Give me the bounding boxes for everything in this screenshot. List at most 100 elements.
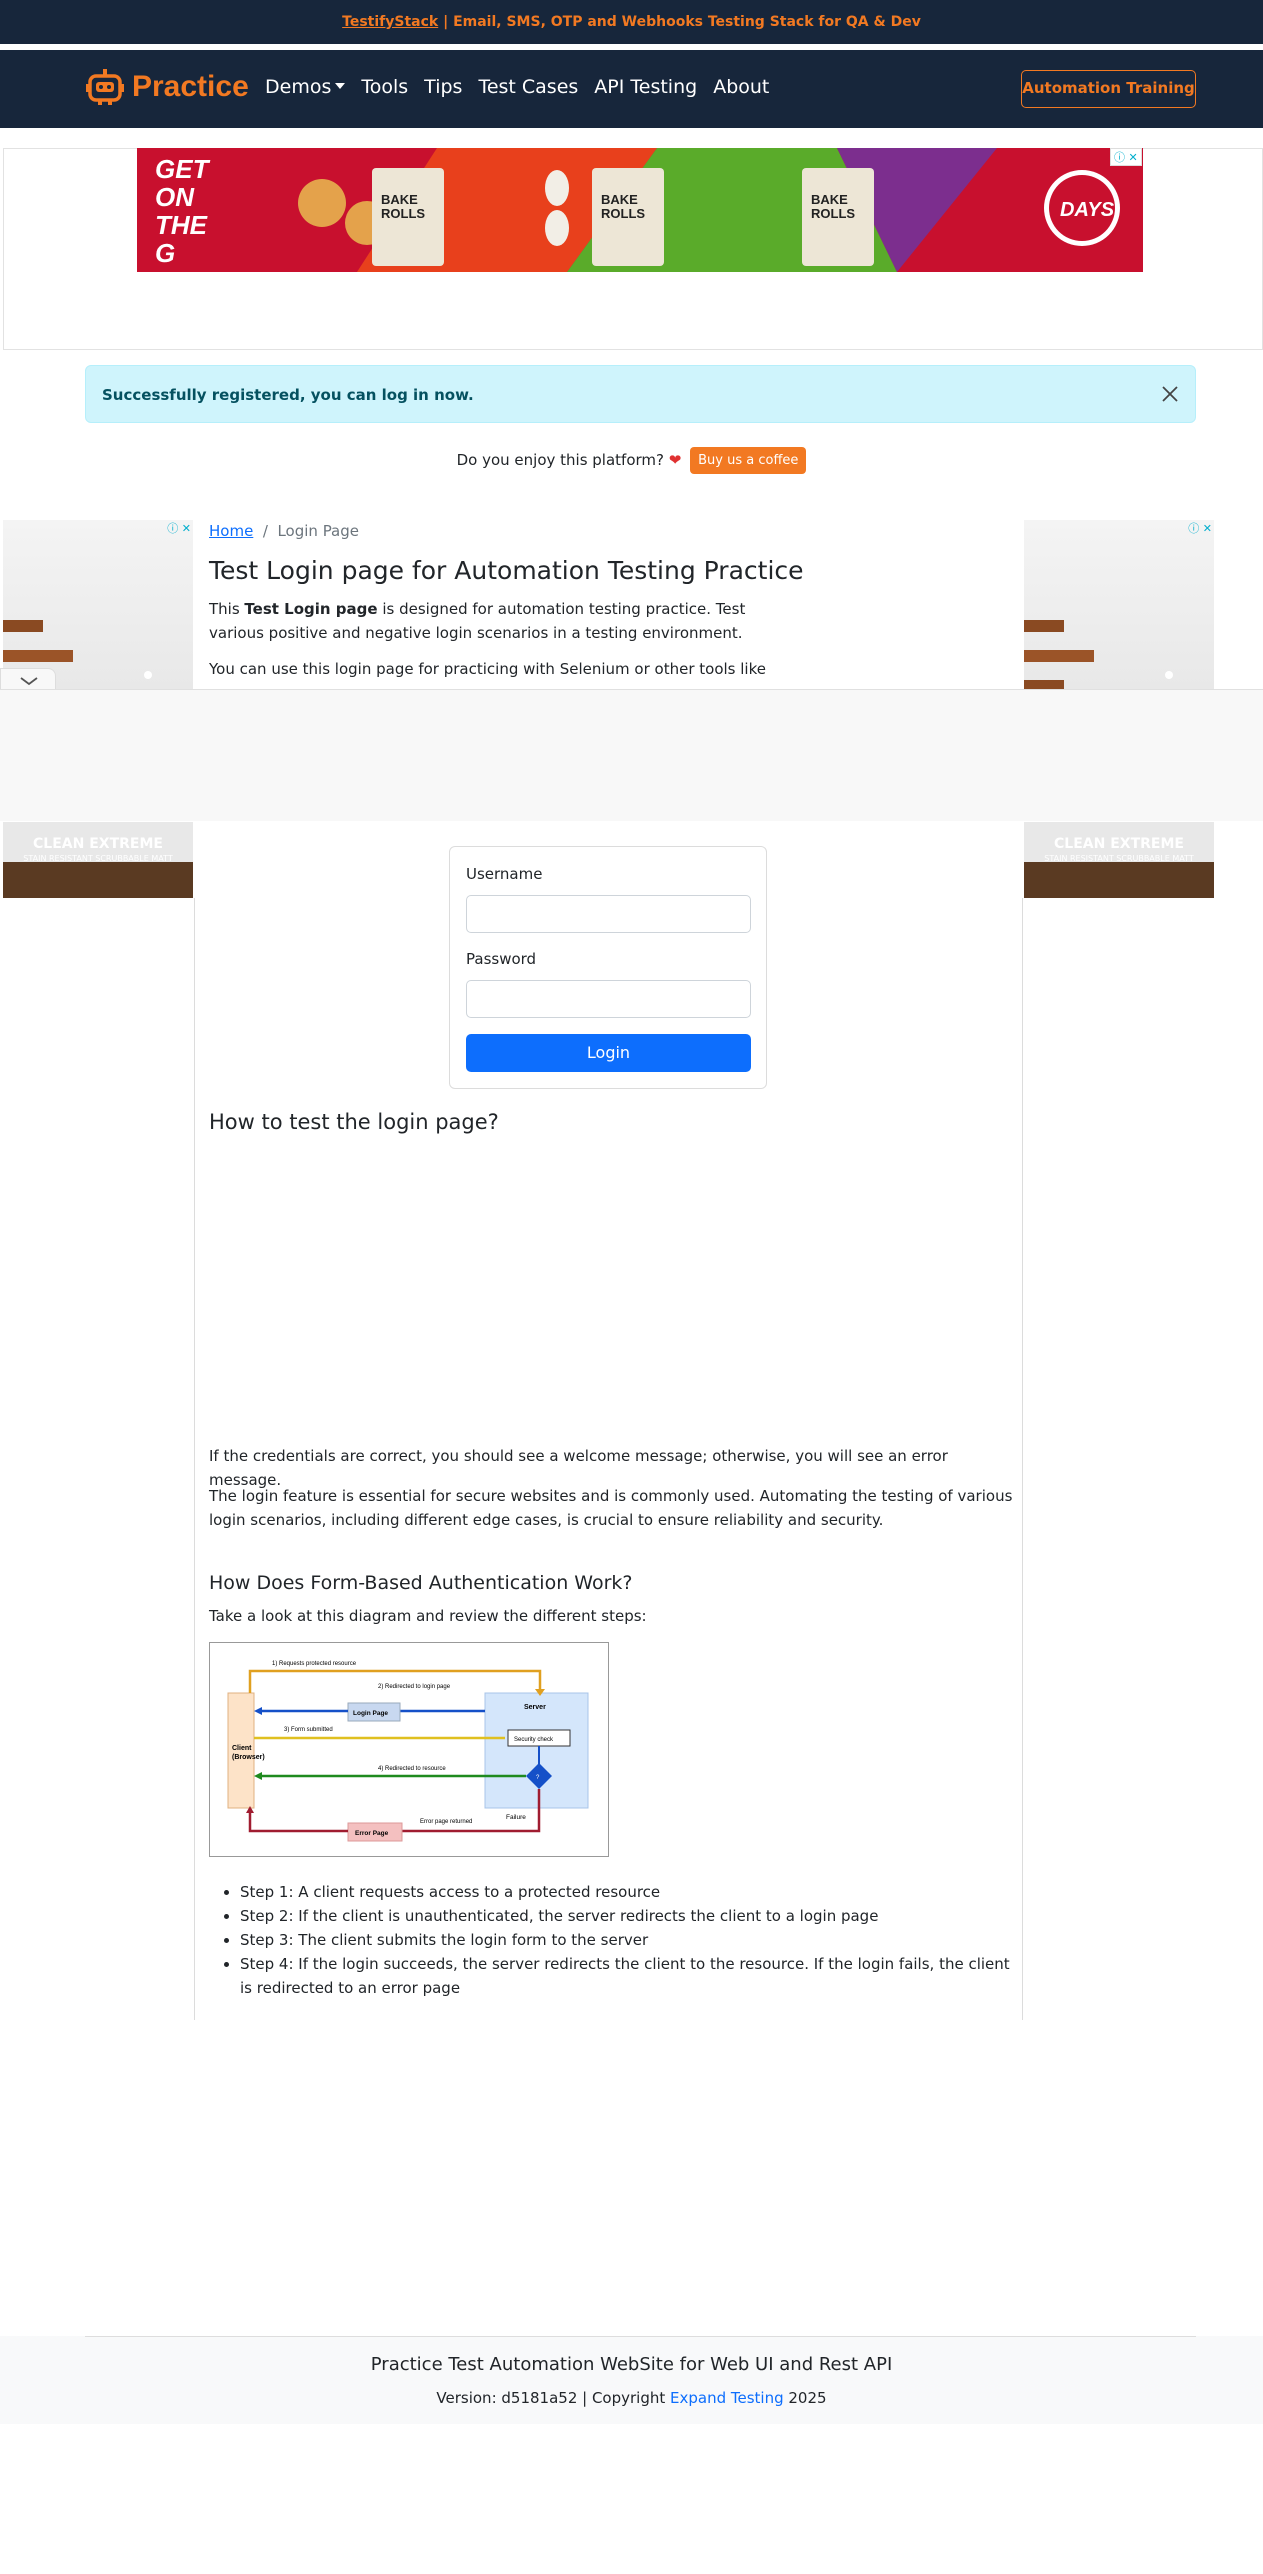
footer-divider [85, 2336, 1196, 2337]
nav-menu: Demos Tools Tips Test Cases API Testing … [265, 76, 769, 98]
anchor-ad[interactable] [0, 689, 1263, 821]
main-content: Home / Login Page Test Login page for Au… [209, 520, 1014, 681]
intro-bold: Test Login page [244, 600, 378, 618]
left-side-ad-top[interactable]: ⓘ ✕ [3, 520, 193, 690]
svg-text:ON: ON [155, 182, 195, 212]
announcement-bar: TestifyStack | Email, SMS, OTP and Webho… [0, 0, 1263, 44]
announcement-text: | Email, SMS, OTP and Webhooks Testing S… [438, 14, 921, 30]
svg-text:ROLLS: ROLLS [601, 206, 645, 221]
support-prompt: Do you enjoy this platform? ❤ Buy us a c… [0, 447, 1263, 474]
svg-text:ROLLS: ROLLS [381, 206, 425, 221]
caret-down-icon [335, 83, 346, 89]
password-input[interactable] [466, 980, 751, 1018]
nav-item-tips[interactable]: Tips [424, 76, 462, 98]
diagram-login-page: Login Page [353, 1710, 388, 1717]
footer-title: Practice Test Automation WebSite for Web… [370, 2354, 893, 2375]
ad-close-icon[interactable]: ⓘ ✕ [1188, 520, 1212, 536]
nav-item-about[interactable]: About [713, 76, 769, 98]
side-ad-title: CLEAN EXTREME [33, 836, 163, 852]
nav-item-label: Demos [265, 76, 332, 98]
list-item: Step 2: If the client is unauthenticated… [240, 1904, 1010, 1928]
diagram-step4: 4) Redirected to resource [378, 1766, 446, 1772]
nav-item-tools[interactable]: Tools [361, 76, 408, 98]
diagram-error-returned: Error page returned [420, 1819, 472, 1825]
how-to-heading: How to test the login page? [209, 1110, 499, 1134]
diagram-step3: 3) Form submitted [284, 1727, 333, 1733]
brand-logo[interactable]: Practice [84, 66, 249, 108]
password-label: Password [466, 950, 537, 968]
nav-item-demos[interactable]: Demos [265, 76, 346, 98]
svg-text:GET: GET [155, 154, 211, 184]
list-item: Step 4: If the login succeeds, the serve… [240, 1952, 1010, 2000]
ad-close-icon[interactable]: ⓘ ✕ [167, 520, 191, 536]
left-side-ad-bottom[interactable]: CLEAN EXTREME STAIN RESISTANT SCRUBBABLE… [3, 822, 193, 898]
copyright-year: 2025 [783, 2389, 827, 2407]
main-divider-left [194, 898, 195, 2020]
intro-text: This [209, 600, 245, 618]
svg-text:BAKE: BAKE [811, 192, 848, 207]
footer: Practice Test Automation WebSite for Web… [0, 2336, 1263, 2424]
expand-testing-link[interactable]: Expand Testing [670, 2389, 784, 2407]
success-alert: Successfully registered, you can log in … [85, 365, 1196, 423]
breadcrumb-home-link[interactable]: Home [209, 522, 253, 540]
login-button[interactable]: Login [466, 1034, 751, 1072]
username-input[interactable] [466, 895, 751, 933]
version-text: Version: d5181a52 | Copyright [436, 2389, 671, 2407]
diagram-graphic: Client (Browser) Server 1) Requests prot… [227, 1661, 589, 1842]
anchor-ad-toggle[interactable] [0, 668, 56, 691]
stairs-graphic [3, 620, 152, 690]
breadcrumb-separator: / [258, 522, 273, 540]
diagram-step2: 2) Redirected to login page [378, 1684, 451, 1690]
main-divider-right [1022, 898, 1023, 2020]
diagram-client-label: Client [232, 1745, 252, 1752]
automation-training-button[interactable]: Automation Training [1021, 70, 1196, 108]
diagram-security-check: Security check [514, 1737, 554, 1743]
auth-flow-diagram: Client (Browser) Server 1) Requests prot… [209, 1642, 609, 1857]
how-to-paragraph-2: The login feature is essential for secur… [209, 1487, 1013, 1529]
robot-logo-icon [86, 69, 124, 105]
auth-heading: How Does Form-Based Authentication Work? [209, 1572, 633, 1594]
breadcrumb-current: Login Page [277, 522, 360, 540]
svg-text:BAKE: BAKE [381, 192, 418, 207]
side-ad-subtitle: STAIN RESISTANT SCRUBBABLE MATT [23, 854, 173, 863]
login-form: Username Password Login [449, 846, 767, 1089]
diagram-server-label: Server [524, 1704, 546, 1711]
page-title: Test Login page for Automation Testing P… [209, 556, 804, 585]
right-side-ad-top[interactable]: ⓘ ✕ [1024, 520, 1214, 690]
svg-text:THE: THE [155, 210, 208, 240]
nav-item-api-testing[interactable]: API Testing [594, 76, 697, 98]
support-question: Do you enjoy this platform? [456, 451, 664, 469]
close-icon[interactable] [1159, 383, 1181, 405]
alert-message: Successfully registered, you can log in … [102, 386, 474, 404]
nav-item-test-cases[interactable]: Test Cases [478, 76, 578, 98]
intro-paragraph: This Test Login page is designed for aut… [209, 597, 769, 645]
side-ad-subtitle: STAIN RESISTANT SCRUBBABLE MATT [1044, 854, 1194, 863]
buy-coffee-button[interactable]: Buy us a coffee [690, 447, 807, 474]
auth-intro: Take a look at this diagram and review t… [209, 1607, 647, 1625]
svg-text:DAYS: DAYS [1060, 199, 1115, 221]
diagram-step1: 1) Requests protected resource [272, 1661, 357, 1667]
svg-text:G: G [155, 238, 175, 268]
side-ad-title: CLEAN EXTREME [1054, 836, 1184, 852]
diagram-client-sub: (Browser) [232, 1754, 265, 1761]
svg-text:BAKE: BAKE [601, 192, 638, 207]
auth-steps-list: Step 1: A client requests access to a pr… [240, 1880, 1010, 2000]
intro-paragraph-2: You can use this login page for practici… [209, 660, 766, 678]
testifystack-link[interactable]: TestifyStack [342, 14, 438, 30]
breadcrumb: Home / Login Page [209, 522, 1014, 540]
diagram-failure: Failure [506, 1814, 526, 1821]
diagram-error-page: Error Page [355, 1830, 389, 1837]
list-item: Step 1: A client requests access to a pr… [240, 1880, 1010, 1904]
ad-banner-graphic: GET ON THE G BAKE ROLLS BAKE ROLLS BAKE … [137, 148, 1143, 272]
navbar: Practice Demos Tools Tips Test Cases API… [0, 50, 1263, 128]
username-label: Username [466, 865, 543, 883]
svg-text:ROLLS: ROLLS [811, 206, 855, 221]
right-side-ad-bottom[interactable]: CLEAN EXTREME STAIN RESISTANT SCRUBBABLE… [1024, 822, 1214, 898]
footer-version: Version: d5181a52 | Copyright Expand Tes… [0, 2389, 1263, 2407]
ad-close-icon[interactable]: ⓘ ✕ [1110, 148, 1142, 166]
brand-name: Practice [132, 70, 249, 103]
heart-icon: ❤ [668, 451, 682, 469]
stairs-graphic [1024, 620, 1173, 690]
ad-banner[interactable]: GET ON THE G BAKE ROLLS BAKE ROLLS BAKE … [137, 148, 1143, 272]
list-item: Step 3: The client submits the login for… [240, 1928, 1010, 1952]
